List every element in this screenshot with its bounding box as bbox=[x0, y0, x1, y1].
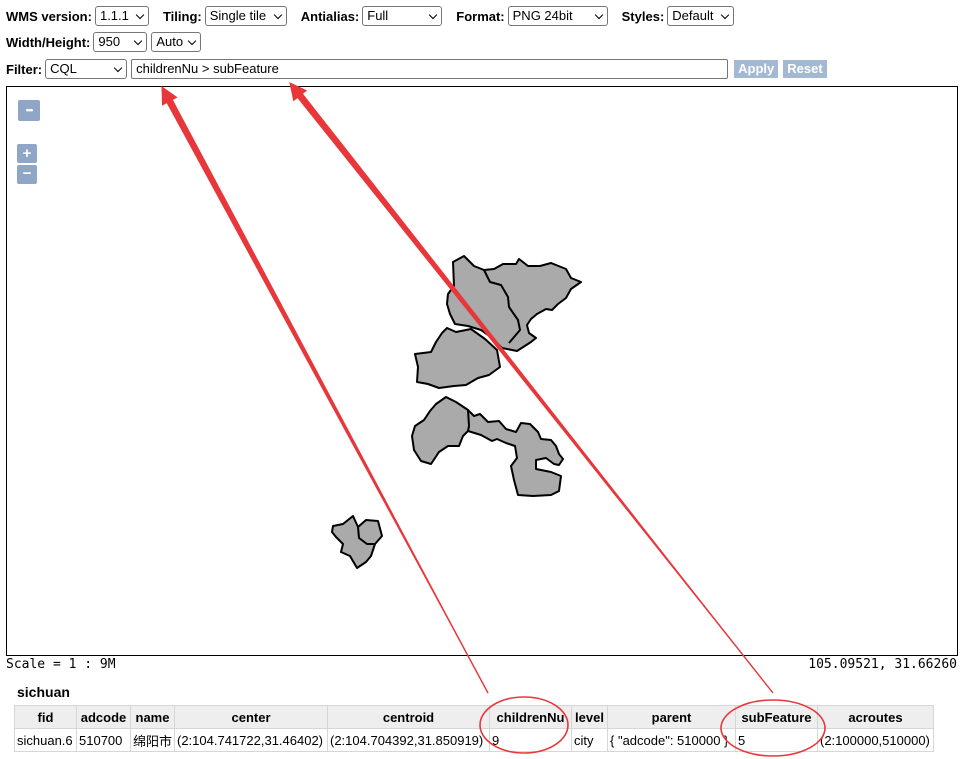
antialias-select[interactable]: Full bbox=[362, 6, 443, 26]
cell-name: 绵阳市 bbox=[130, 728, 175, 752]
column-header-subfeature: subFeature bbox=[735, 705, 818, 729]
width-height-label: Width/Height: bbox=[6, 34, 91, 50]
format-label: Format: bbox=[456, 8, 505, 24]
tiling-label: Tiling: bbox=[162, 8, 202, 24]
district-central-west bbox=[411, 396, 564, 497]
cell-subfeature: 5 bbox=[735, 728, 818, 752]
column-header-level: level bbox=[571, 705, 608, 729]
width-select[interactable]: 950 bbox=[93, 32, 148, 52]
filter-row: Filter: CQL childrenNu > subFeature Appl… bbox=[6, 59, 827, 79]
cell-center: (2:104.741722,31.46402) bbox=[174, 728, 328, 752]
column-header-parent: parent bbox=[607, 705, 736, 729]
column-header-center: center bbox=[174, 705, 328, 729]
column-header-centroid: centroid bbox=[327, 705, 490, 729]
wms-version-label: WMS version: bbox=[6, 8, 92, 24]
district-southwest bbox=[331, 515, 383, 569]
tiling-select[interactable]: Single tile bbox=[204, 6, 287, 26]
district-middle bbox=[414, 327, 501, 389]
reset-button[interactable]: Reset bbox=[783, 60, 827, 78]
table-body: sichuan.6 510700 绵阳市 (2:104.741722,31.46402… bbox=[14, 728, 934, 752]
filter-label: Filter: bbox=[6, 61, 43, 77]
toolbar-row-1: WMS version: 1.1.1 Tiling: Single tile A… bbox=[6, 6, 735, 26]
column-header-name: name bbox=[130, 705, 175, 729]
cell-parent: { "adcode": 510000 } bbox=[607, 728, 736, 752]
antialias-label: Antialias: bbox=[300, 8, 360, 24]
column-header-acroutes: acroutes bbox=[817, 705, 934, 729]
format-select[interactable]: PNG 24bit bbox=[507, 6, 608, 26]
map-coordinates: 105.09521, 31.66260 bbox=[808, 657, 957, 672]
column-header-adcode: adcode bbox=[76, 705, 131, 729]
filter-type-select[interactable]: CQL bbox=[45, 59, 128, 79]
wms-version-select[interactable]: 1.1.1 bbox=[94, 6, 149, 26]
cell-fid: sichuan.6 bbox=[14, 728, 77, 752]
cell-level: city bbox=[571, 728, 608, 752]
styles-select[interactable]: Default bbox=[667, 6, 735, 26]
map-features bbox=[331, 255, 582, 569]
cell-adcode: 510700 bbox=[76, 728, 131, 752]
table-row: sichuan.6 510700 绵阳市 (2:104.741722,31.46402… bbox=[14, 728, 934, 752]
height-select[interactable]: Auto bbox=[151, 32, 202, 52]
styles-label: Styles: bbox=[621, 8, 665, 24]
cell-centroid: (2:104.704392,31.850919) bbox=[327, 728, 490, 752]
filter-input[interactable]: childrenNu > subFeature bbox=[131, 59, 729, 79]
feature-info-table: fid adcode name center centroid childrenNu lev… bbox=[14, 705, 934, 752]
map-scale: Scale = 1 : 9M bbox=[6, 657, 116, 672]
layer-title: sichuan bbox=[17, 684, 70, 700]
district-central-divider bbox=[467, 409, 470, 432]
column-header-fid: fid bbox=[14, 705, 77, 729]
toolbar-row-2: Width/Height: 950 Auto bbox=[6, 32, 202, 52]
map-viewport[interactable]: ••• + − bbox=[6, 86, 958, 656]
cell-childrennu: 9 bbox=[489, 728, 572, 752]
apply-button[interactable]: Apply bbox=[734, 60, 779, 78]
cell-acroutes: (2:100000,510000) bbox=[817, 728, 934, 752]
table-header-row: fid adcode name center centroid childrenNu lev… bbox=[14, 705, 934, 729]
column-header-childrennu: childrenNu bbox=[489, 705, 572, 729]
